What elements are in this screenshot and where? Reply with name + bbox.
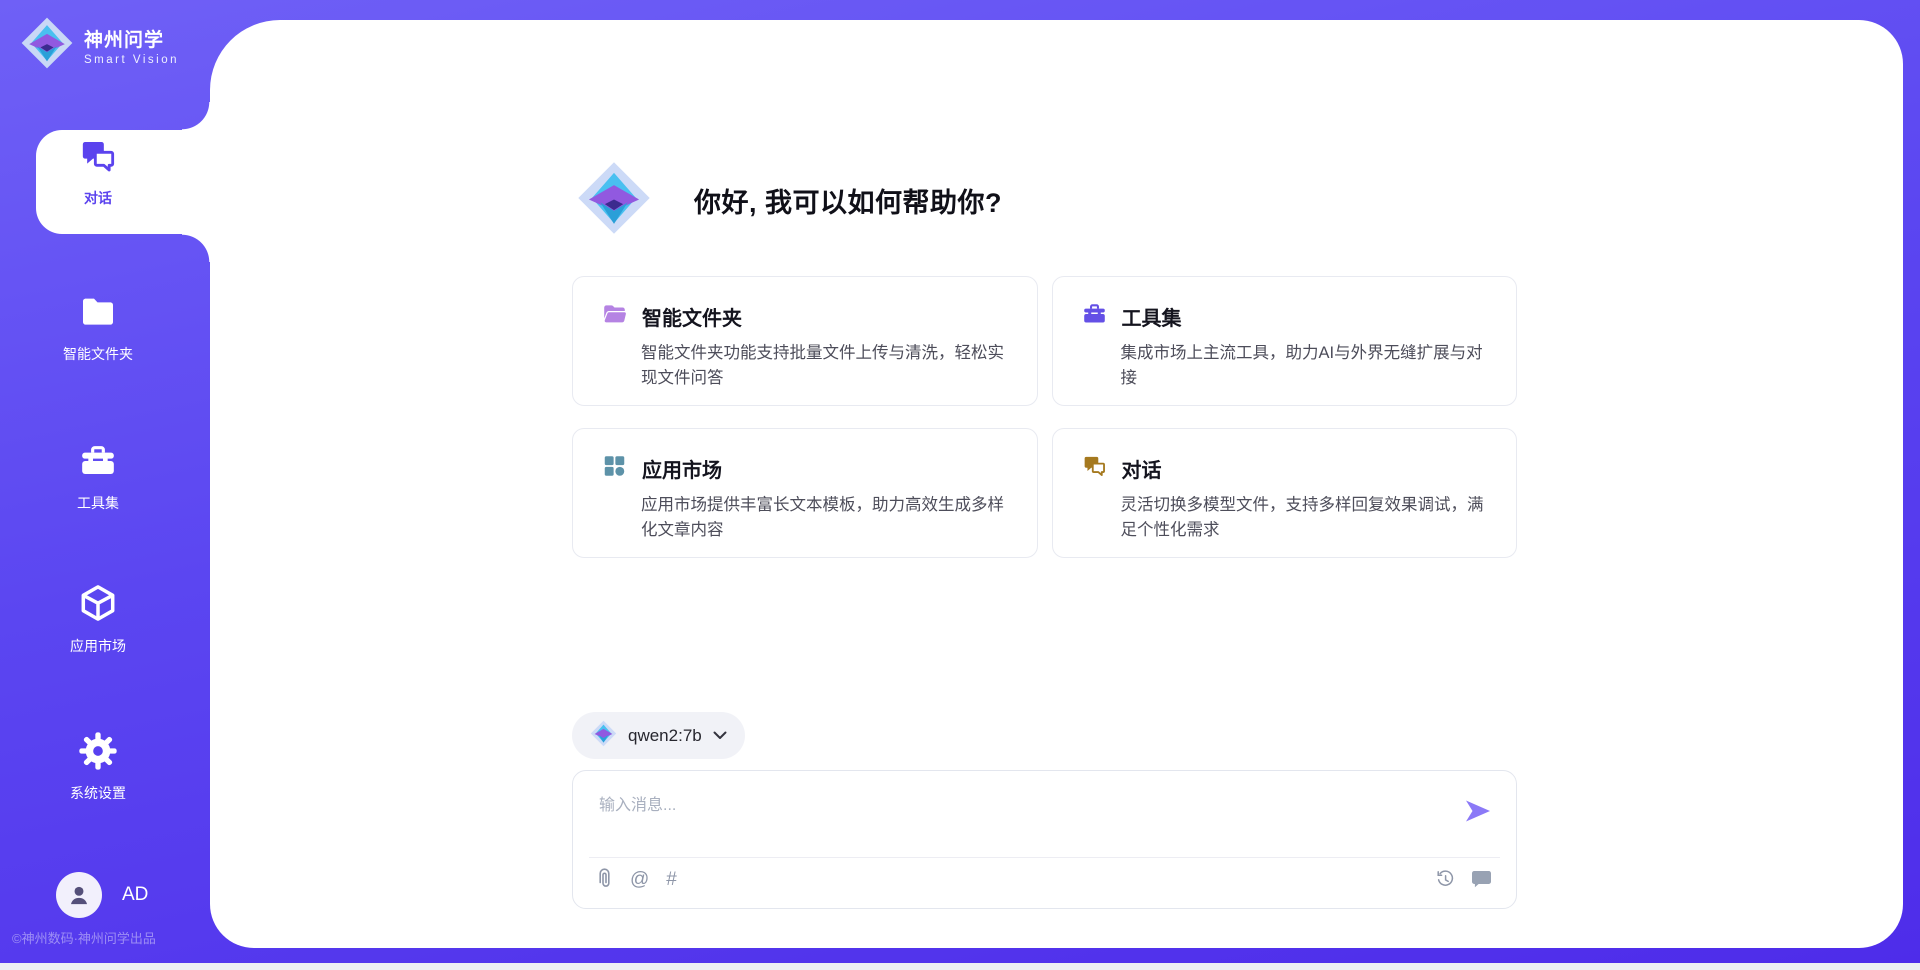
chat-icon [77, 136, 119, 181]
sidebar-item-toolset[interactable]: 工具集 [0, 441, 196, 513]
card-app-market[interactable]: 应用市场 应用市场提供丰富长文本模板，助力高效生成多样化文章内容 [572, 428, 1038, 558]
attachment-icon[interactable] [597, 868, 613, 890]
tab-fillet-bottom [182, 234, 210, 262]
suggestion-cards: 智能文件夹 智能文件夹功能支持批量文件上传与清洗，轻松实现文件问答 [572, 276, 1517, 558]
greeting-header: 你好, 我可以如何帮助你? [576, 160, 1002, 241]
gear-icon [77, 731, 119, 776]
card-description: 应用市场提供丰富长文本模板，助力高效生成多样化文章内容 [641, 493, 1011, 543]
sidebar-item-label: 系统设置 [70, 783, 126, 803]
brand-logo: 神州问学 Smart Vision [20, 16, 179, 75]
brand-diamond-icon [20, 16, 74, 75]
greeting-title: 你好, 我可以如何帮助你? [694, 181, 1002, 220]
app-window: 神州问学 Smart Vision 对话 智能文件夹 [0, 0, 1920, 970]
brand-subtitle: Smart Vision [84, 54, 179, 66]
message-composer: @ # [572, 770, 1517, 909]
chevron-down-icon [713, 731, 727, 740]
card-description: 智能文件夹功能支持批量文件上传与清洗，轻松实现文件问答 [641, 341, 1011, 391]
card-chat[interactable]: 对话 灵活切换多模型文件，支持多样回复效果调试，满足个性化需求 [1052, 428, 1518, 558]
sidebar-item-label: 对话 [84, 188, 112, 208]
card-smart-folder[interactable]: 智能文件夹 智能文件夹功能支持批量文件上传与清洗，轻松实现文件问答 [572, 276, 1038, 406]
sidebar-item-label: 智能文件夹 [63, 344, 133, 364]
send-icon[interactable] [1465, 799, 1492, 828]
card-title: 工具集 [1122, 302, 1182, 331]
toolbox-icon [1081, 301, 1108, 332]
history-icon[interactable] [1435, 869, 1456, 890]
copyright-text: ©神州数码·神州问学出品 [12, 928, 156, 947]
mention-icon[interactable]: @ [630, 870, 649, 889]
composer-toolbar: @ # [597, 868, 1492, 890]
card-description: 集成市场上主流工具，助力AI与外界无缝扩展与对接 [1121, 341, 1491, 391]
sidebar-item-settings[interactable]: 系统设置 [0, 731, 196, 803]
message-bubble-icon[interactable] [1471, 870, 1492, 889]
sidebar-item-label: 应用市场 [70, 636, 126, 656]
model-name: qwen2:7b [628, 726, 702, 746]
folder-icon [601, 301, 628, 332]
model-selector[interactable]: qwen2:7b [572, 712, 745, 759]
sidebar-item-chat[interactable]: 对话 [0, 136, 196, 208]
sidebar-item-smart-folder[interactable]: 智能文件夹 [0, 292, 196, 364]
card-title: 智能文件夹 [642, 302, 742, 331]
tab-fillet-top [182, 102, 210, 130]
folder-icon [77, 292, 119, 337]
composer-divider [589, 857, 1500, 858]
user-account[interactable]: AD [56, 872, 148, 918]
sidebar-item-app-market[interactable]: 应用市场 [0, 582, 196, 656]
user-name: AD [122, 884, 148, 906]
card-description: 灵活切换多模型文件，支持多样回复效果调试，满足个性化需求 [1121, 493, 1491, 543]
brand-diamond-icon [590, 720, 617, 752]
card-title: 应用市场 [642, 454, 722, 483]
chat-icon [1081, 453, 1108, 484]
brand-name: 神州问学 [84, 25, 179, 52]
brand-diamond-icon [576, 160, 652, 241]
message-input[interactable] [597, 789, 1421, 851]
hashtag-icon[interactable]: # [666, 870, 677, 889]
toolbox-icon [77, 441, 119, 486]
card-title: 对话 [1122, 454, 1162, 483]
cube-icon [76, 582, 120, 629]
avatar [56, 872, 102, 918]
grid-icon [601, 453, 628, 484]
card-toolset[interactable]: 工具集 集成市场上主流工具，助力AI与外界无缝扩展与对接 [1052, 276, 1518, 406]
sidebar-item-label: 工具集 [77, 493, 119, 513]
bottom-edge-strip [0, 963, 1920, 970]
